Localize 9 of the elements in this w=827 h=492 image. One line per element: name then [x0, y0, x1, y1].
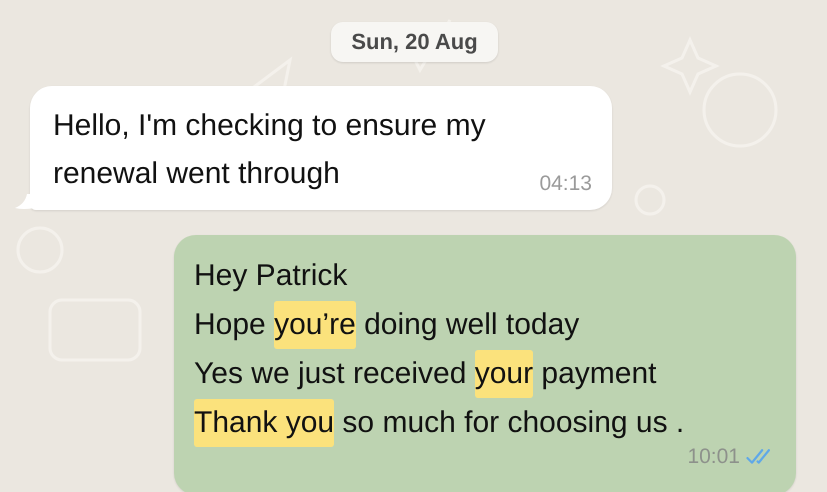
message-line: Hope you’re doing well today [194, 300, 580, 349]
message-line: Hello, I'm checking to ensure my [53, 108, 486, 144]
message-time: 10:01 [687, 445, 740, 469]
message-line: Yes we just received your payment [194, 349, 656, 398]
message-line: renewal went through [53, 156, 340, 192]
date-divider: Sun, 20 Aug [331, 22, 498, 62]
message-line: Thank you so much for choosing us . [194, 398, 684, 447]
message-line: Hey Patrick [194, 258, 348, 294]
message-time: 04:13 [539, 172, 592, 196]
